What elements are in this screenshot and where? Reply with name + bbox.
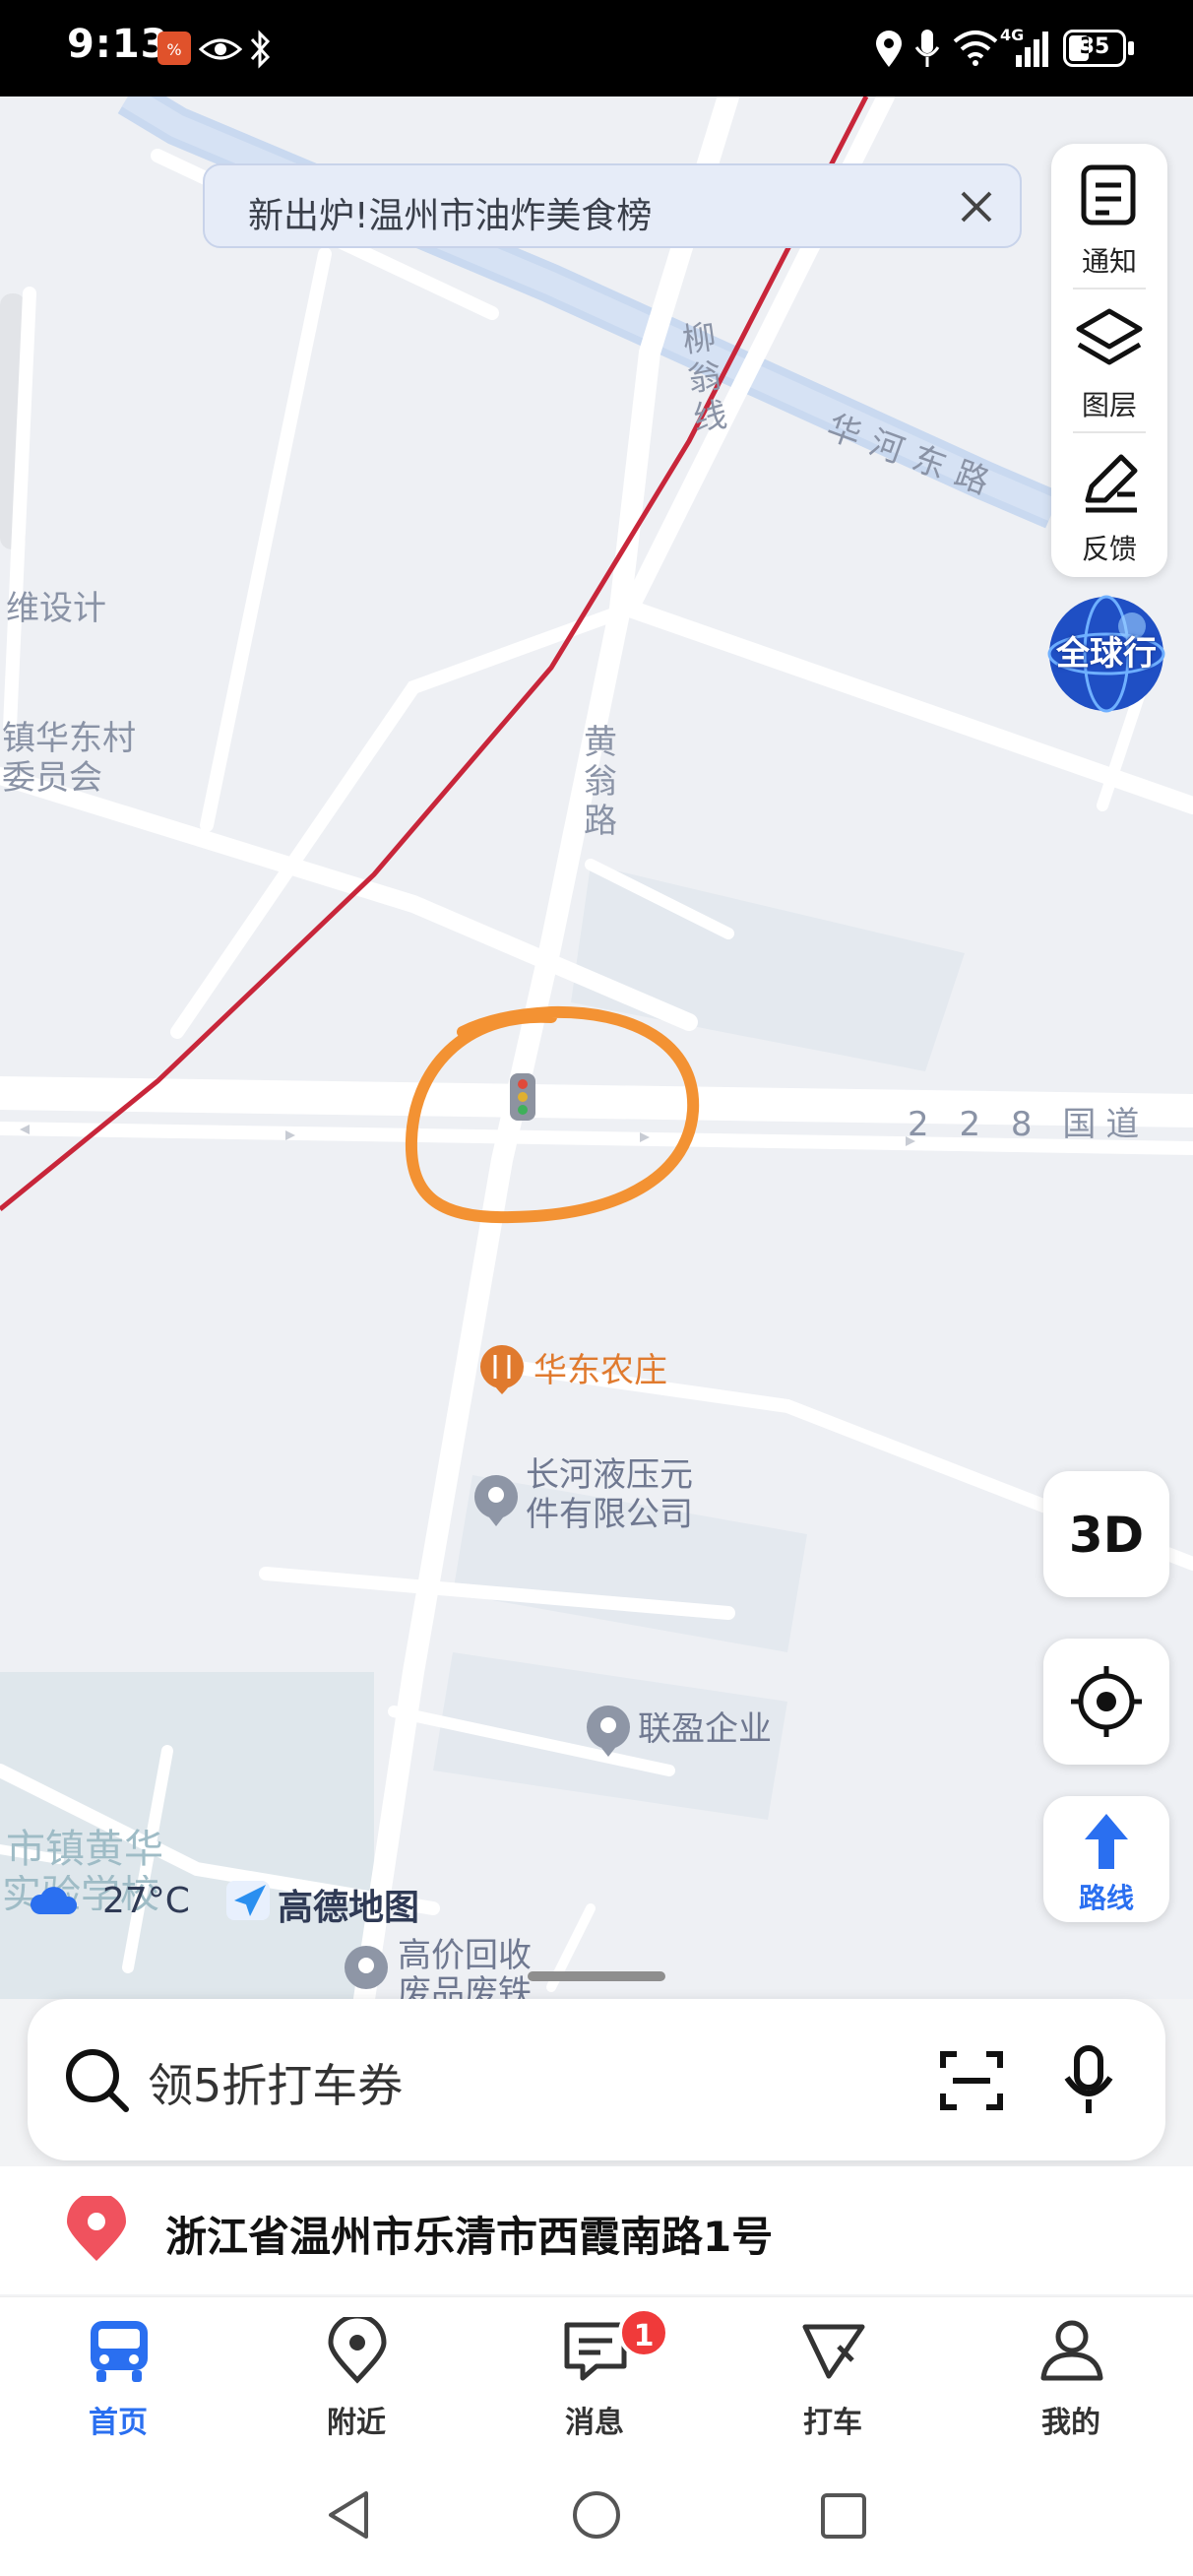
place-label-village-1: 镇华东村: [2, 719, 136, 758]
layers-button[interactable]: 图层: [1051, 288, 1167, 425]
weather-temp: 27°C: [102, 1881, 190, 1921]
nav-messages-label: 消息: [565, 2406, 624, 2440]
bus-icon: [91, 2321, 148, 2382]
place-label-village-2: 委员会: [2, 758, 102, 798]
amap-logo-icon: [226, 1881, 270, 1920]
map-base[interactable]: [0, 97, 1193, 1999]
home-circle-icon[interactable]: [569, 2487, 624, 2543]
system-nav-bar: [0, 2454, 1193, 2576]
notice-text[interactable]: 新出炉!温州市油炸美食榜: [248, 187, 652, 238]
place-label-town-1: 市镇黄华: [6, 1827, 163, 1872]
notify-button[interactable]: 通知: [1051, 144, 1167, 282]
taxi-icon: [802, 2324, 865, 2379]
locate-button[interactable]: [1043, 1639, 1169, 1765]
svg-text:%: %: [166, 40, 181, 59]
back-icon[interactable]: [325, 2487, 374, 2543]
recents-icon[interactable]: [819, 2491, 868, 2541]
traffic-light-icon: [510, 1073, 535, 1121]
notice-icon: [1081, 164, 1136, 225]
poi-label-restaurant[interactable]: 华东农庄: [534, 1351, 667, 1390]
sheet-drag-handle[interactable]: [528, 1971, 665, 1981]
feedback-edit-icon: [1085, 454, 1138, 513]
poi-label-company-2[interactable]: 件有限公司: [526, 1495, 693, 1534]
nav-home-label: 首页: [89, 2406, 148, 2440]
app-notification-icon: %: [157, 32, 191, 65]
search-icon: [66, 2049, 129, 2112]
status-bar: 9:13 % 4G 35: [0, 0, 1193, 97]
road-label-huangweng: 黄翁路: [584, 723, 617, 841]
current-location-row[interactable]: 浙江省温州市乐清市西霞南路1号: [0, 2166, 1193, 2294]
bluetooth-icon: [250, 30, 271, 69]
layers-icon: [1076, 308, 1143, 365]
restaurant-marker-icon: [480, 1345, 524, 1394]
brand-name: 高德地图: [278, 1888, 420, 1928]
cloud-icon: [31, 1887, 77, 1914]
status-time: 9:13: [67, 22, 169, 67]
messages-badge: 1: [618, 2307, 669, 2358]
recycle-marker-icon: [345, 1946, 388, 1989]
location-pin-icon: [67, 2196, 126, 2261]
road-label-national: 2 2 8 国道: [908, 1105, 1150, 1144]
signal-icon: [1016, 32, 1048, 67]
battery-level: 35: [1079, 34, 1110, 59]
scan-icon[interactable]: [937, 2046, 1006, 2115]
map-tool-panel: 通知 图层 反馈: [1051, 144, 1167, 577]
wifi-icon: [953, 31, 998, 66]
global-travel-button[interactable]: 全球行: [1043, 591, 1169, 715]
nav-nearby[interactable]: 附近: [278, 2297, 435, 2455]
crosshair-icon: [1071, 1666, 1142, 1737]
route-button[interactable]: 路线: [1043, 1796, 1169, 1922]
nav-taxi-label: 打车: [803, 2406, 862, 2440]
nav-mine-label: 我的: [1041, 2406, 1100, 2440]
feedback-label: 反馈: [1081, 533, 1137, 565]
notice-banner[interactable]: 新出炉!温州市油炸美食榜: [203, 163, 1022, 248]
close-icon[interactable]: [951, 181, 1002, 232]
globe-label: 全球行: [1056, 634, 1157, 674]
eye-icon: [199, 38, 242, 60]
place-label-design: 维设计: [6, 589, 106, 628]
map-view[interactable]: 柳翁线 华河东路 黄翁路 2 2 8 国道 维设计 镇华东村 委员会 市镇黄华 …: [0, 97, 1193, 1999]
location-status-icon: [876, 31, 902, 67]
nearby-pin-icon: [328, 2317, 387, 2384]
poi-label-recycle-2[interactable]: 废品废铁: [398, 1973, 532, 1999]
nav-home[interactable]: 首页: [39, 2297, 197, 2455]
poi-label-recycle-1[interactable]: 高价回收: [398, 1936, 532, 1975]
feedback-button[interactable]: 反馈: [1051, 431, 1167, 569]
battery-icon: 35: [1063, 30, 1126, 67]
nav-nearby-label: 附近: [327, 2406, 386, 2440]
route-arrow-icon: [1085, 1814, 1128, 1869]
nav-taxi[interactable]: 打车: [754, 2297, 911, 2455]
nav-mine[interactable]: 我的: [992, 2297, 1150, 2455]
poi-label-company-1[interactable]: 长河液压元: [526, 1455, 693, 1495]
notify-label: 通知: [1081, 245, 1137, 278]
3d-toggle-button[interactable]: 3D: [1043, 1471, 1169, 1597]
3d-label: 3D: [1068, 1507, 1145, 1564]
microphone-status-icon: [914, 30, 940, 67]
microphone-icon[interactable]: [1061, 2044, 1116, 2117]
poi-label-enterprise[interactable]: 联盈企业: [638, 1709, 772, 1749]
layers-label: 图层: [1081, 389, 1137, 421]
bottom-nav: 首页 附近 消息 1 打车 我的: [0, 2296, 1193, 2454]
search-input[interactable]: 领5折打车券: [148, 2050, 403, 2115]
current-location-address[interactable]: 浙江省温州市乐清市西霞南路1号: [165, 2204, 773, 2264]
user-icon: [1040, 2320, 1103, 2381]
route-label: 路线: [1078, 1882, 1134, 1914]
search-bar[interactable]: 领5折打车券: [28, 1999, 1165, 2160]
